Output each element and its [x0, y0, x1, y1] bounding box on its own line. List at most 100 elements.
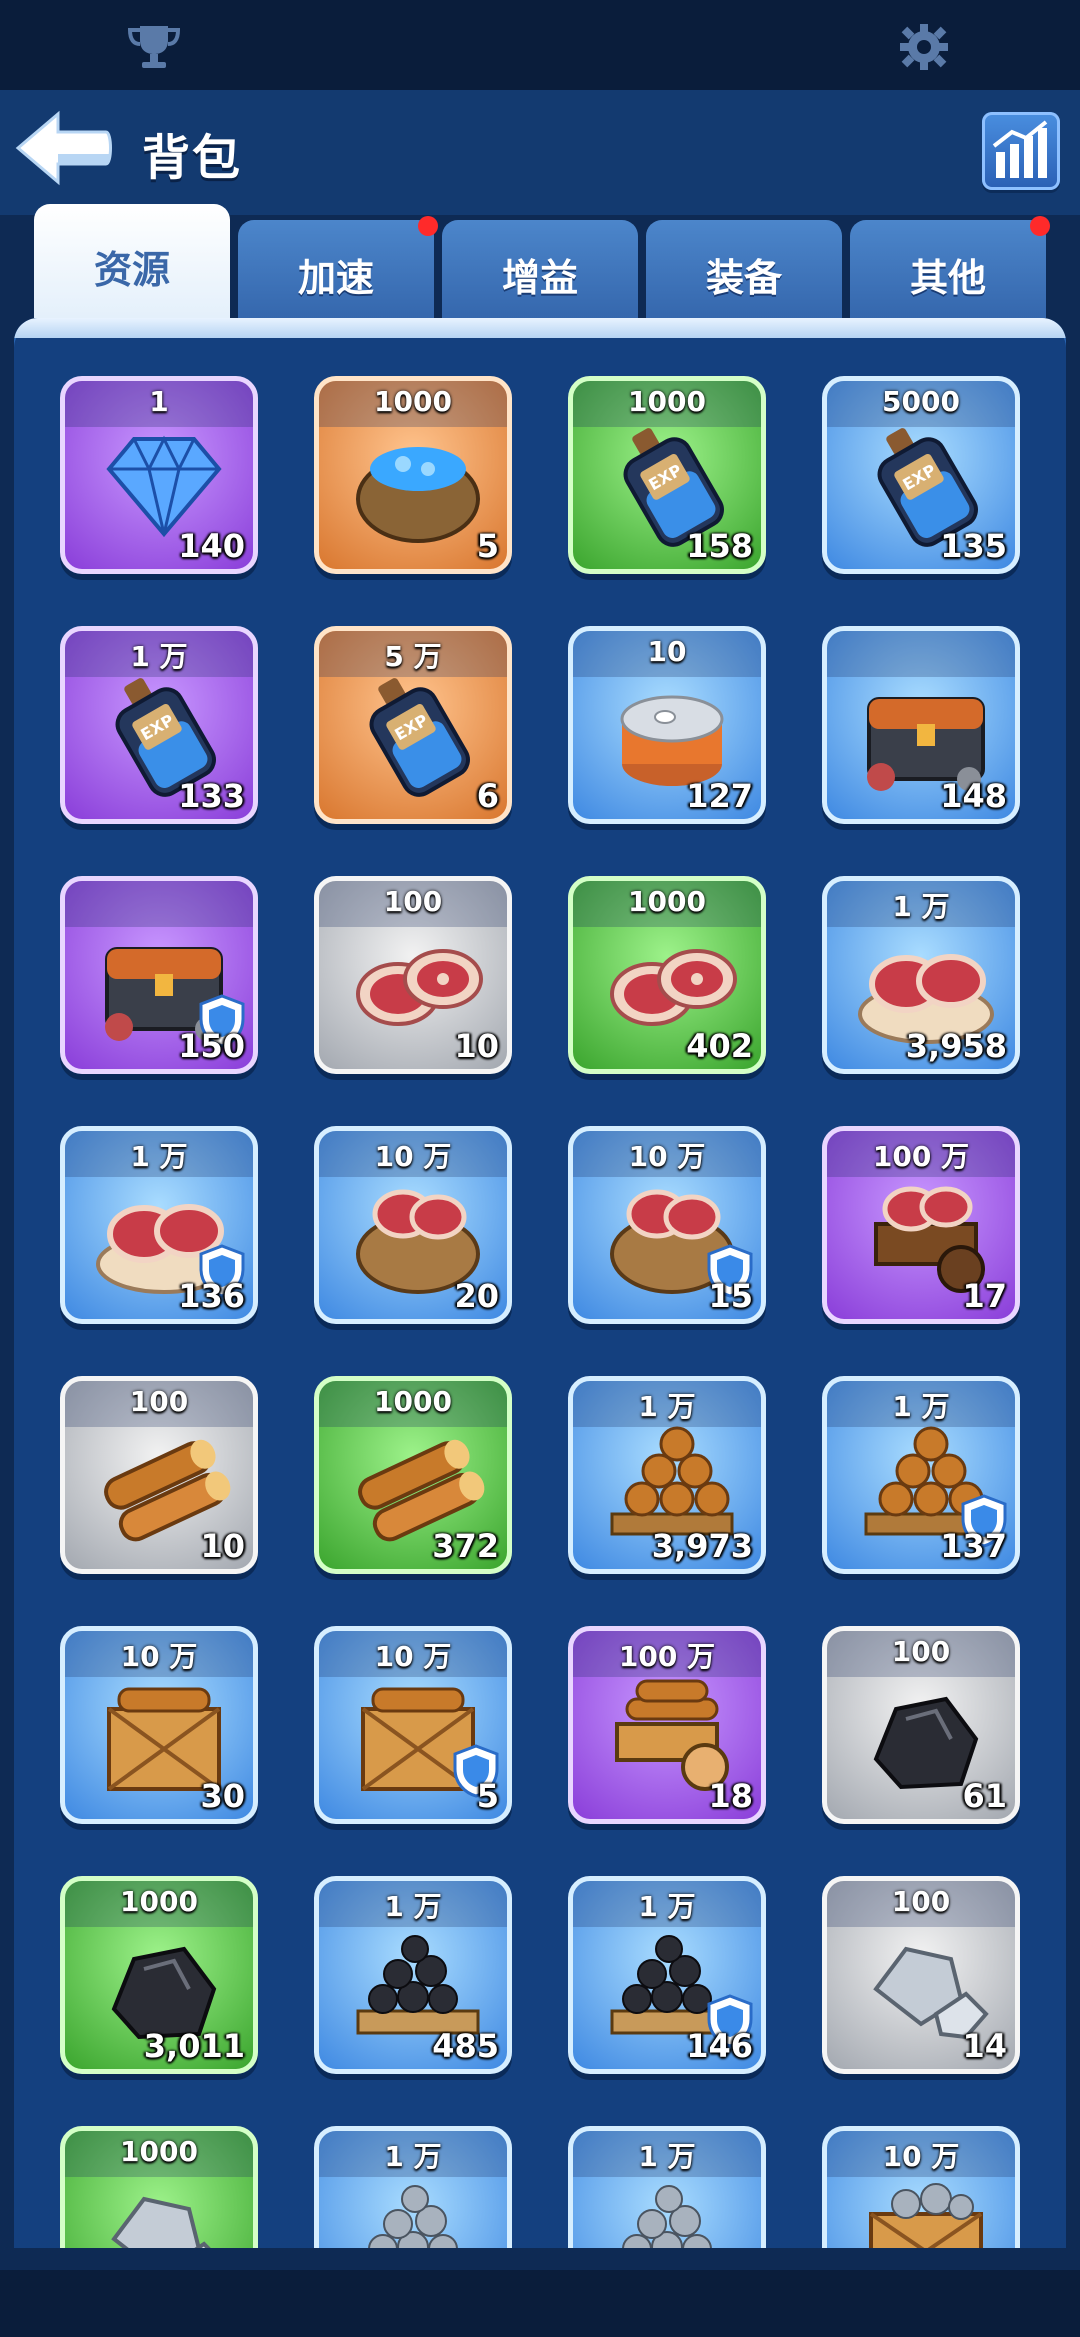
inventory-item[interactable]: 148 [822, 626, 1020, 824]
item-count: 146 [686, 2027, 753, 2065]
tab-label: 加速 [297, 255, 374, 300]
stone-icon [111, 2196, 211, 2248]
inventory-item[interactable]: 100 万 17 [822, 1126, 1020, 1324]
item-amount: 100 [891, 1885, 951, 1918]
chart-icon [992, 120, 1048, 178]
inventory-item[interactable]: EXP 5 万 6 [314, 626, 512, 824]
inventory-item[interactable]: 1000 402 [568, 876, 766, 1074]
item-amount: 1000 [628, 885, 706, 918]
item-amount: 5 万 [384, 640, 442, 673]
inventory-item[interactable]: 1 万 3,973 [568, 1376, 766, 1574]
item-amount: 1000 [374, 1385, 452, 1418]
inventory-item[interactable]: 10 万 20 [314, 1126, 512, 1324]
inventory-item[interactable]: 10 127 [568, 626, 766, 824]
item-count: 127 [686, 777, 753, 815]
item-count: 402 [686, 1027, 753, 1065]
item-count: 17 [962, 1277, 1007, 1315]
inventory-item[interactable]: 100 61 [822, 1626, 1020, 1824]
inventory-item[interactable]: 10 万 15 [568, 1126, 766, 1324]
stone-pallet-icon [368, 2185, 458, 2248]
tab-equipment[interactable]: 装备 [646, 220, 842, 318]
notification-badge [1030, 216, 1050, 236]
tab-speedup[interactable]: 加速 [238, 216, 438, 318]
item-amount: 100 [129, 1385, 189, 1418]
item-count: 18 [708, 1777, 753, 1815]
gear-icon[interactable] [892, 22, 956, 72]
gem-sack-icon [356, 447, 480, 543]
stone-crate-icon [869, 2183, 983, 2248]
item-amount: 1 万 [638, 1390, 696, 1423]
inventory-item[interactable]: 1000 3,011 [60, 1876, 258, 2074]
notification-badge [418, 216, 438, 236]
tab-label: 增益 [501, 255, 578, 300]
item-amount: 10 万 [882, 2140, 960, 2173]
item-count: 14 [962, 2027, 1007, 2065]
item-amount: 100 万 [872, 1140, 970, 1173]
item-amount: 1 [149, 385, 169, 418]
item-amount: 1 万 [638, 2140, 696, 2173]
bottom-bar [0, 2270, 1080, 2337]
item-count: 30 [200, 1777, 245, 1815]
item-count: 6 [476, 777, 499, 815]
tab-boost[interactable]: 增益 [442, 220, 638, 318]
item-amount: 5000 [882, 385, 960, 418]
inventory-item[interactable]: EXP 1000 158 [568, 376, 766, 574]
item-count: 372 [432, 1527, 499, 1565]
inventory-item[interactable]: 100 10 [60, 1376, 258, 1574]
header: 背包 [0, 90, 1080, 215]
tab-label: 装备 [705, 255, 782, 300]
inventory-item[interactable]: 1000 5 [314, 376, 512, 574]
inventory-item[interactable]: 1 万 136 [60, 1126, 258, 1324]
tab-bar: 资源 加速 增益 装备 其他 [0, 200, 1080, 330]
stone-pallet-icon [622, 2185, 712, 2248]
inventory-item[interactable]: EXP 1 万 133 [60, 626, 258, 824]
item-amount: 100 [383, 885, 443, 918]
trophy-icon[interactable] [122, 22, 186, 72]
inventory-item[interactable]: 1000 [60, 2126, 258, 2248]
inventory-item[interactable]: 1 万 3,958 [822, 876, 1020, 1074]
inventory-item[interactable]: 100 14 [822, 1876, 1020, 2074]
inventory-item[interactable]: 1000 372 [314, 1376, 512, 1574]
item-amount: 1000 [120, 2135, 198, 2168]
inventory-item[interactable]: 1 万 485 [314, 1876, 512, 2074]
inventory-item[interactable]: 10 万 [822, 2126, 1020, 2248]
inventory-item[interactable]: 100 10 [314, 876, 512, 1074]
item-count: 20 [454, 1277, 499, 1315]
item-count: 133 [178, 777, 245, 815]
item-count: 3,958 [905, 1027, 1007, 1065]
top-bar [0, 0, 1080, 90]
inventory-item[interactable]: 150 [60, 876, 258, 1074]
item-amount: 10 万 [374, 1640, 452, 1673]
item-count: 140 [178, 527, 245, 565]
item-amount: 1 万 [892, 1390, 950, 1423]
item-amount: 1 万 [638, 1890, 696, 1923]
page-title: 背包 [142, 130, 243, 186]
tab-label: 资源 [93, 247, 170, 292]
tab-resources[interactable]: 资源 [34, 204, 230, 318]
item-amount: 10 [647, 635, 687, 668]
inventory-item[interactable]: 10 万 5 [314, 1626, 512, 1824]
inventory-panel: 1 140 1000 5 EXP 1000 158 EXP 5000 135 EXP 1 万 133 EX… [14, 318, 1066, 2248]
inventory-item[interactable]: 10 万 30 [60, 1626, 258, 1824]
inventory-item[interactable]: 1 万 [314, 2126, 512, 2248]
item-amount: 100 [891, 1635, 951, 1668]
inventory-item[interactable]: 1 万 [568, 2126, 766, 2248]
inventory-item[interactable]: EXP 5000 135 [822, 376, 1020, 574]
stats-button[interactable] [982, 112, 1060, 190]
back-arrow-icon[interactable] [14, 108, 114, 188]
inventory-item[interactable]: 1 万 146 [568, 1876, 766, 2074]
item-amount: 1 万 [130, 640, 188, 673]
item-amount: 1 万 [384, 1890, 442, 1923]
inventory-item[interactable]: 1 万 137 [822, 1376, 1020, 1574]
tab-other[interactable]: 其他 [850, 216, 1050, 318]
item-amount: 1 万 [130, 1140, 188, 1173]
item-amount: 1000 [120, 1885, 198, 1918]
item-count: 3,973 [651, 1527, 753, 1565]
item-amount: 10 万 [374, 1140, 452, 1173]
item-count: 3,011 [143, 2027, 245, 2065]
item-amount: 1000 [374, 385, 452, 418]
inventory-item[interactable]: 1 140 [60, 376, 258, 574]
item-count: 135 [940, 527, 1007, 565]
item-amount: 10 万 [120, 1640, 198, 1673]
inventory-item[interactable]: 100 万 18 [568, 1626, 766, 1824]
